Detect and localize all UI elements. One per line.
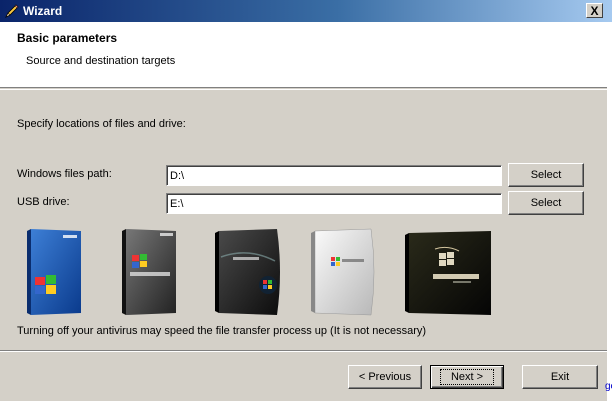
windows-path-label: Windows files path: (17, 168, 112, 180)
footer-divider (0, 350, 607, 352)
windows-box-images (24, 227, 504, 319)
next-button[interactable]: Next > (430, 365, 504, 389)
title-bar[interactable]: Wizard X (0, 0, 612, 22)
select-usb-drive-button[interactable]: Select (508, 191, 584, 215)
select-windows-path-button[interactable]: Select (508, 163, 584, 187)
page-subtitle: Source and destination targets (26, 55, 176, 67)
page-title: Basic parameters (17, 31, 118, 45)
next-button-label: Next > (439, 369, 495, 385)
previous-button[interactable]: < Previous (348, 365, 422, 389)
header-divider (0, 89, 607, 90)
close-button[interactable]: X (586, 3, 603, 18)
usb-drive-input[interactable] (166, 193, 502, 214)
exit-button[interactable]: Exit (522, 365, 598, 389)
windows-server-2008-box (311, 228, 375, 316)
windows-server-2003-box (122, 229, 176, 315)
instructions-text: Specify locations of files and drive: (17, 118, 186, 130)
background-text-fragment: ge (605, 381, 612, 392)
windows-7-box (405, 231, 491, 315)
usb-drive-label: USB drive: (17, 196, 70, 208)
antivirus-note: Turning off your antivirus may speed the… (17, 325, 427, 337)
windows-vista-box (215, 229, 280, 315)
windows-path-input[interactable] (166, 165, 502, 186)
pencil-icon (5, 4, 19, 18)
window-title: Wizard (23, 4, 63, 18)
close-icon: X (590, 3, 599, 18)
background-window-edge (607, 22, 612, 401)
wizard-header: Basic parameters Source and destination … (0, 22, 607, 88)
windows-xp-box (27, 229, 81, 315)
